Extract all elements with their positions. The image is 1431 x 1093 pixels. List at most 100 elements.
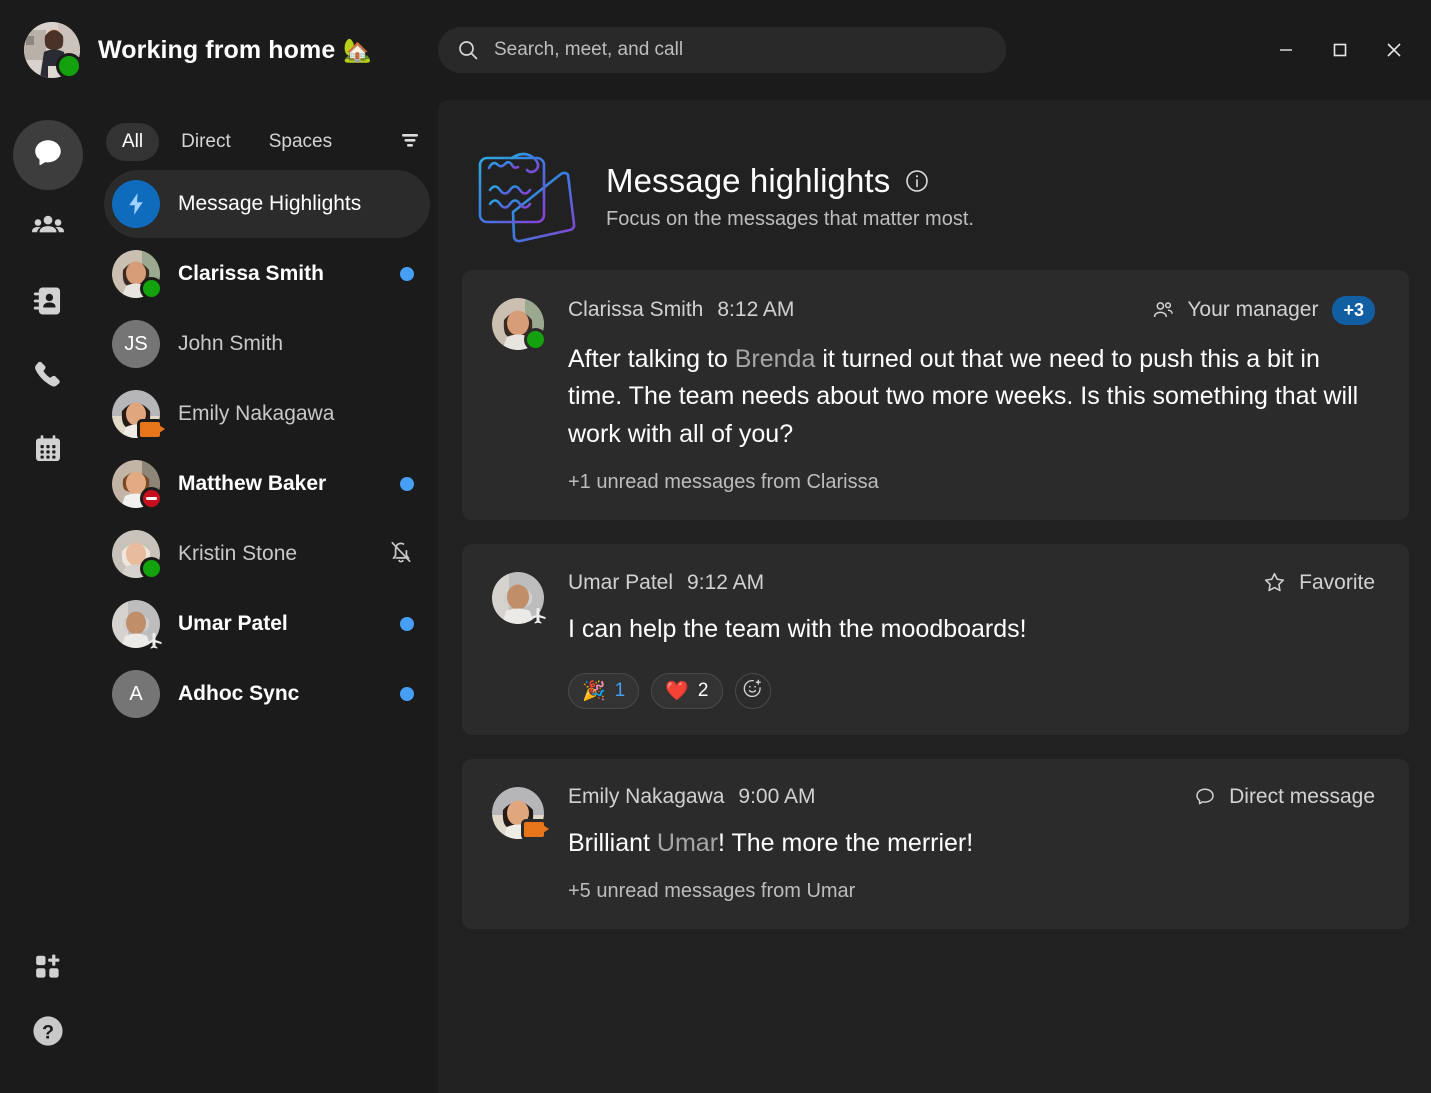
avatar <box>492 298 547 351</box>
additional-count-badge: +3 <box>1332 296 1375 325</box>
tab-spaces[interactable]: Spaces <box>253 123 348 161</box>
search-placeholder: Search, meet, and call <box>494 39 684 60</box>
message-time: 8:12 AM <box>717 298 795 322</box>
presence-indicator-in-a-meeting <box>521 818 549 840</box>
direct-message-label: Direct message <box>1229 784 1375 808</box>
help-icon: ? <box>29 1012 67 1055</box>
profile-status[interactable]: Working from home 🏡 <box>0 22 438 79</box>
heart-icon: ❤️ <box>665 680 689 702</box>
card-meta: Clarissa Smith 8:12 AM Your manager +3 <box>568 296 1375 325</box>
unread-summary[interactable]: +1 unread messages from Clarissa <box>568 471 1375 494</box>
presence-indicator-available <box>56 53 82 79</box>
highlight-cards-list: Clarissa Smith 8:12 AM Your manager +3 A… <box>438 270 1431 1093</box>
close-button[interactable] <box>1367 26 1421 74</box>
muted-bell-icon <box>388 539 414 570</box>
list-item-umar-patel[interactable]: Umar Patel <box>104 590 430 658</box>
reaction-count: 2 <box>697 679 709 701</box>
message-text-part: Brilliant <box>568 828 657 857</box>
message-text: I can help the team with the moodboards! <box>568 611 1375 649</box>
svg-text:?: ? <box>42 1021 54 1043</box>
highlight-card[interactable]: Umar Patel 9:12 AM Favorite I can help t… <box>462 544 1409 735</box>
list-item-status <box>388 539 414 570</box>
list-item-status <box>400 617 414 631</box>
message-time: 9:12 AM <box>687 570 765 594</box>
list-item-adhoc-sync[interactable]: A Adhoc Sync <box>104 660 430 728</box>
highlight-card[interactable]: Clarissa Smith 8:12 AM Your manager +3 A… <box>462 270 1409 520</box>
app-body: ? All Direct Spaces Message Highlights C… <box>0 100 1431 1093</box>
star-icon <box>1262 570 1287 595</box>
rail-item-help[interactable]: ? <box>18 1003 78 1063</box>
your-manager-tag[interactable]: Your manager +3 <box>1151 296 1375 325</box>
list-item-clarissa-smith[interactable]: Clarissa Smith <box>104 240 430 308</box>
highlights-avatar <box>112 180 160 228</box>
list-item-message-highlights[interactable]: Message Highlights <box>104 170 430 238</box>
chat-filter-tabs: All Direct Spaces <box>96 114 438 170</box>
list-item-label: Clarissa Smith <box>178 262 324 285</box>
chat-list-panel: All Direct Spaces Message Highlights Cla… <box>96 100 438 1093</box>
rail-item-calls[interactable] <box>13 342 83 412</box>
favorite-label: Favorite <box>1299 570 1375 594</box>
reaction-heart[interactable]: ❤️ 2 <box>651 672 723 709</box>
avatar[interactable] <box>24 22 82 79</box>
reactions-bar: 🎉 1 ❤️ 2 <box>568 672 1375 709</box>
tab-all[interactable]: All <box>106 123 160 161</box>
rail-item-chat[interactable] <box>13 120 83 190</box>
status-title: Working from home 🏡 <box>98 36 372 65</box>
tab-direct[interactable]: Direct <box>165 123 247 161</box>
calendar-icon <box>32 433 64 470</box>
info-icon[interactable] <box>904 168 930 194</box>
avatar <box>492 786 549 840</box>
unread-dot-icon <box>400 477 414 491</box>
maximize-button[interactable] <box>1313 26 1367 74</box>
list-item-kristin-stone[interactable]: Kristin Stone <box>104 520 430 588</box>
search-area: Search, meet, and call <box>438 27 1259 73</box>
rail-item-apps[interactable] <box>18 939 78 999</box>
filter-button[interactable] <box>390 122 430 162</box>
search-icon <box>456 38 480 62</box>
message-highlights-panel: Message highlights Focus on the messages… <box>438 100 1431 1093</box>
favorite-button[interactable]: Favorite <box>1262 570 1375 595</box>
highlight-card[interactable]: Emily Nakagawa 9:00 AM Direct message Br… <box>462 758 1409 929</box>
message-text-part: ! The more the merrier! <box>718 828 974 857</box>
unread-dot-icon <box>400 687 414 701</box>
lightning-bolt-icon <box>112 180 160 228</box>
list-item-matthew-baker[interactable]: Matthew Baker <box>104 450 430 518</box>
list-item-john-smith[interactable]: JS John Smith <box>104 310 430 378</box>
rail-item-contacts[interactable] <box>13 268 83 338</box>
search-input[interactable]: Search, meet, and call <box>438 27 1006 73</box>
presence-indicator-do-not-disturb <box>140 487 163 510</box>
reaction-party-popper[interactable]: 🎉 1 <box>568 672 640 709</box>
mention[interactable]: Umar <box>657 829 718 857</box>
card-top: Emily Nakagawa 9:00 AM Direct message Br… <box>492 785 1375 904</box>
presence-indicator-available <box>140 557 163 580</box>
avatar-initials: A <box>112 670 160 718</box>
add-reaction-button[interactable] <box>734 672 771 709</box>
card-top: Clarissa Smith 8:12 AM Your manager +3 A… <box>492 296 1375 494</box>
list-item-status <box>400 267 414 281</box>
direct-message-button[interactable]: Direct message <box>1193 785 1375 809</box>
rail-item-calendar[interactable] <box>13 416 83 486</box>
teams-app-window: Working from home 🏡 Search, meet, and cal… <box>0 0 1431 1093</box>
presence-indicator-out-of-office <box>143 629 165 651</box>
message-time: 9:00 AM <box>738 784 816 808</box>
page-subtitle: Focus on the messages that matter most. <box>606 207 974 230</box>
unread-dot-icon <box>400 617 414 631</box>
message-text-part: I can help the team with the moodboards! <box>568 615 1027 643</box>
apps-add-icon <box>33 952 63 987</box>
panel-title-row: Message highlights <box>606 162 974 200</box>
avatar <box>112 250 163 300</box>
avatar: JS <box>112 320 160 368</box>
minimize-button[interactable] <box>1259 26 1313 74</box>
rail-item-teams[interactable] <box>13 194 83 264</box>
unread-summary[interactable]: +5 unread messages from Umar <box>568 880 1375 903</box>
avatar <box>112 530 163 580</box>
chat-bubble-icon <box>31 136 65 175</box>
list-item-emily-nakagawa[interactable]: Emily Nakagawa <box>104 380 430 448</box>
pinned-note-illustration-icon <box>466 144 584 248</box>
presence-indicator-in-a-meeting <box>137 419 165 440</box>
list-item-label: Kristin Stone <box>178 542 298 565</box>
your-manager-label: Your manager <box>1187 298 1319 322</box>
phone-icon <box>31 358 65 397</box>
mention[interactable]: Brenda <box>735 345 816 373</box>
people-icon <box>30 209 66 250</box>
